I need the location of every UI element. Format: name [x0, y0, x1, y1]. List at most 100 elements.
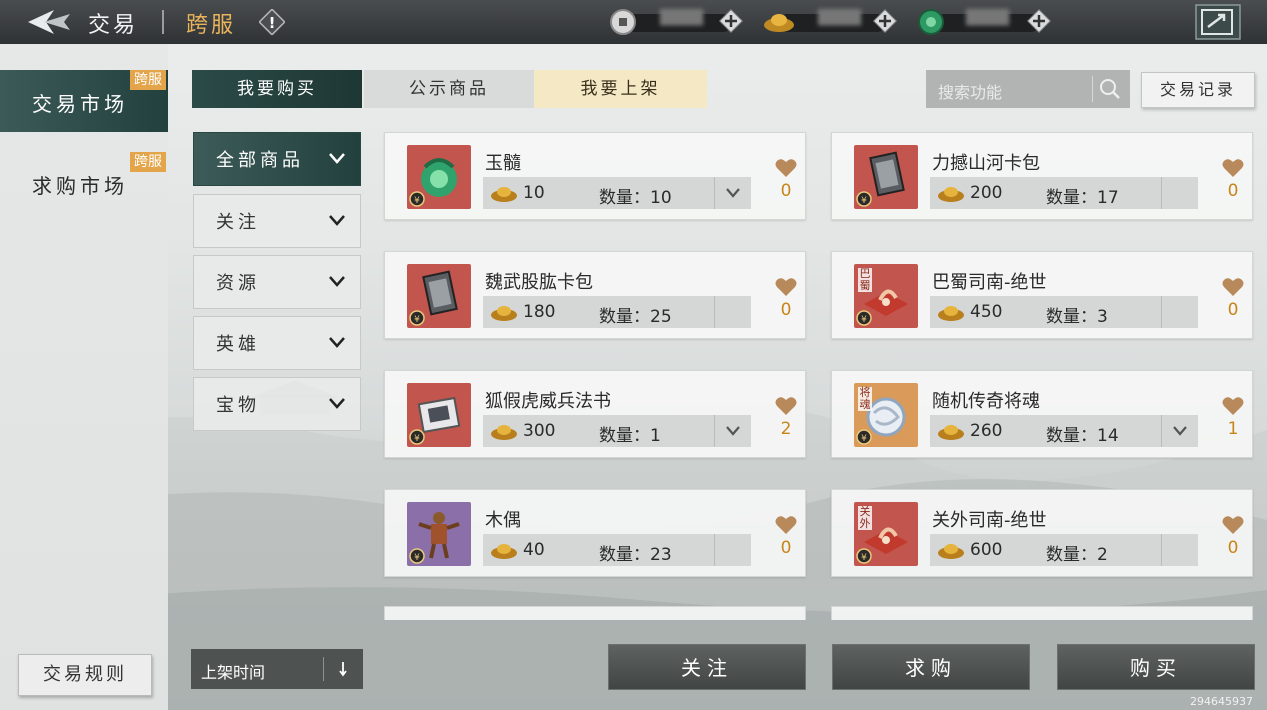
expand-dropdown[interactable]: [714, 534, 751, 566]
scroll-book-icon: ¥: [407, 383, 471, 447]
jade-icon: [918, 9, 944, 35]
item-art: ¥: [409, 270, 458, 326]
heart-icon[interactable]: [1221, 395, 1245, 417]
add-coin-icon[interactable]: [718, 8, 744, 34]
sidebar-item-trade-market[interactable]: 交易市场 跨服: [0, 70, 168, 132]
chevron-down-icon: [1173, 426, 1187, 436]
item-card[interactable]: ¥ 狐假虎威兵法书 300 数量：1 2: [384, 370, 806, 458]
price-bar: 200 数量：17: [930, 177, 1198, 209]
like-count: 0: [1227, 538, 1239, 558]
quantity-value: 10: [650, 188, 672, 208]
heart-icon[interactable]: [774, 514, 798, 536]
gold-ingot-icon: [938, 187, 964, 202]
search-divider: [1092, 76, 1093, 102]
heart-icon[interactable]: [774, 395, 798, 417]
search-placeholder: 搜索功能: [938, 83, 1003, 102]
filter-all-items[interactable]: 全部商品: [193, 132, 361, 186]
item-card[interactable]: ¥ 木偶 40 数量：23 0: [384, 489, 806, 577]
purchase-button[interactable]: 购买: [1057, 644, 1255, 690]
trade-record-button[interactable]: 交易记录: [1141, 72, 1255, 108]
heart-icon[interactable]: [1221, 514, 1245, 536]
heart-icon[interactable]: [1221, 157, 1245, 179]
back-arrow-icon[interactable]: [24, 6, 72, 38]
item-name: 木偶: [485, 510, 521, 531]
item-art: ¥: [409, 396, 461, 445]
price-bar: 180 数量：25: [483, 296, 751, 328]
sidebar-item-buy-request-market[interactable]: 求购市场 跨服: [0, 152, 168, 214]
chevron-down-icon: [726, 426, 740, 436]
item-price: 600: [970, 540, 1003, 560]
expand-dropdown[interactable]: [714, 177, 751, 209]
quantity-label: 数量：: [1046, 307, 1097, 327]
item-price: 180: [523, 302, 556, 322]
heart-icon[interactable]: [774, 276, 798, 298]
item-quantity: 数量：2: [1046, 540, 1108, 565]
item-price: 200: [970, 183, 1003, 203]
item-card[interactable]: ¥ 力撼山河卡包 200 数量：17 0: [831, 132, 1253, 220]
expand-dropdown[interactable]: [714, 296, 751, 328]
item-card[interactable]: ¥ 关外 关外司南-绝世 600 数量：2 0: [831, 489, 1253, 577]
follow-button[interactable]: 关注: [608, 644, 806, 690]
soul-orb-icon: ¥ 将魂: [854, 383, 918, 447]
item-card[interactable]: ¥ 魏武股肱卡包 180 数量：25 0: [384, 251, 806, 339]
item-card[interactable]: ¥ 巴蜀 巴蜀司南-绝世 450 数量：3 0: [831, 251, 1253, 339]
expand-dropdown[interactable]: [1161, 534, 1198, 566]
trade-rules-button[interactable]: 交易规则: [18, 654, 152, 696]
item-tag-badge: 巴蜀: [858, 267, 872, 292]
filter-resources[interactable]: 资源: [193, 255, 361, 309]
currency-value: ████: [660, 10, 704, 26]
sidebar: 交易市场 跨服 求购市场 跨服 交易规则: [0, 44, 168, 710]
heart-icon[interactable]: [774, 157, 798, 179]
item-name: 狐假虎威兵法书: [485, 391, 611, 412]
expand-dropdown[interactable]: [1161, 177, 1198, 209]
svg-text:¥: ¥: [414, 196, 420, 206]
list-item-partial: [831, 606, 1253, 620]
quantity-value: 25: [650, 307, 672, 327]
sidebar-item-label: 求购市场: [32, 174, 128, 198]
item-name: 魏武股肱卡包: [485, 272, 593, 293]
tab-list-item[interactable]: 我要上架: [534, 70, 707, 108]
add-jade-icon[interactable]: [1026, 8, 1052, 34]
currency-coin: ████: [608, 8, 744, 36]
sort-divider: [323, 657, 324, 681]
chevron-down-icon: [329, 337, 345, 348]
item-name: 力撼山河卡包: [932, 153, 1040, 174]
item-art: ¥: [409, 512, 460, 564]
expand-dropdown[interactable]: [1161, 296, 1198, 328]
filter-followed[interactable]: 关注: [193, 194, 361, 248]
sort-arrow-icon[interactable]: [337, 660, 349, 678]
item-card[interactable]: ¥ 玉髓 10 数量：10 0: [384, 132, 806, 220]
search-icon[interactable]: [1098, 78, 1122, 100]
item-price: 260: [970, 421, 1003, 441]
heart-icon[interactable]: [1221, 276, 1245, 298]
item-card[interactable]: ¥ 将魂 随机传奇将魂 260 数量：14 1: [831, 370, 1253, 458]
svg-text:¥: ¥: [861, 434, 867, 444]
svg-text:¥: ¥: [414, 434, 420, 444]
search-input[interactable]: 搜索功能: [926, 70, 1130, 108]
price-bar: 40 数量：23: [483, 534, 751, 566]
add-gold-icon[interactable]: [872, 8, 898, 34]
filter-heroes[interactable]: 英雄: [193, 316, 361, 370]
compass-icon: ¥ 巴蜀: [854, 264, 918, 328]
chevron-down-icon: [329, 398, 345, 409]
exit-icon[interactable]: [1194, 3, 1242, 41]
gold-ingot-icon: [491, 306, 517, 321]
page-subtitle: 跨服: [186, 13, 237, 38]
gold-ingot-icon: [764, 14, 794, 32]
buy-request-button[interactable]: 求购: [832, 644, 1030, 690]
expand-dropdown[interactable]: [714, 415, 751, 447]
card-pack-icon: ¥: [407, 264, 471, 328]
filter-treasures[interactable]: 宝物: [193, 377, 361, 431]
card-pack-icon: ¥: [854, 145, 918, 209]
quantity-label: 数量：: [599, 545, 650, 565]
item-tag-badge: 关外: [858, 505, 872, 530]
info-icon[interactable]: !: [259, 9, 285, 35]
currency-value: ████: [966, 10, 1010, 26]
tab-buy[interactable]: 我要购买: [192, 70, 362, 108]
chevron-down-icon: [329, 215, 345, 226]
quantity-label: 数量：: [1046, 545, 1097, 565]
svg-text:¥: ¥: [861, 196, 867, 206]
expand-dropdown[interactable]: [1161, 415, 1198, 447]
sort-dropdown[interactable]: 上架时间: [191, 649, 363, 689]
tab-public-items[interactable]: 公示商品: [364, 70, 534, 108]
